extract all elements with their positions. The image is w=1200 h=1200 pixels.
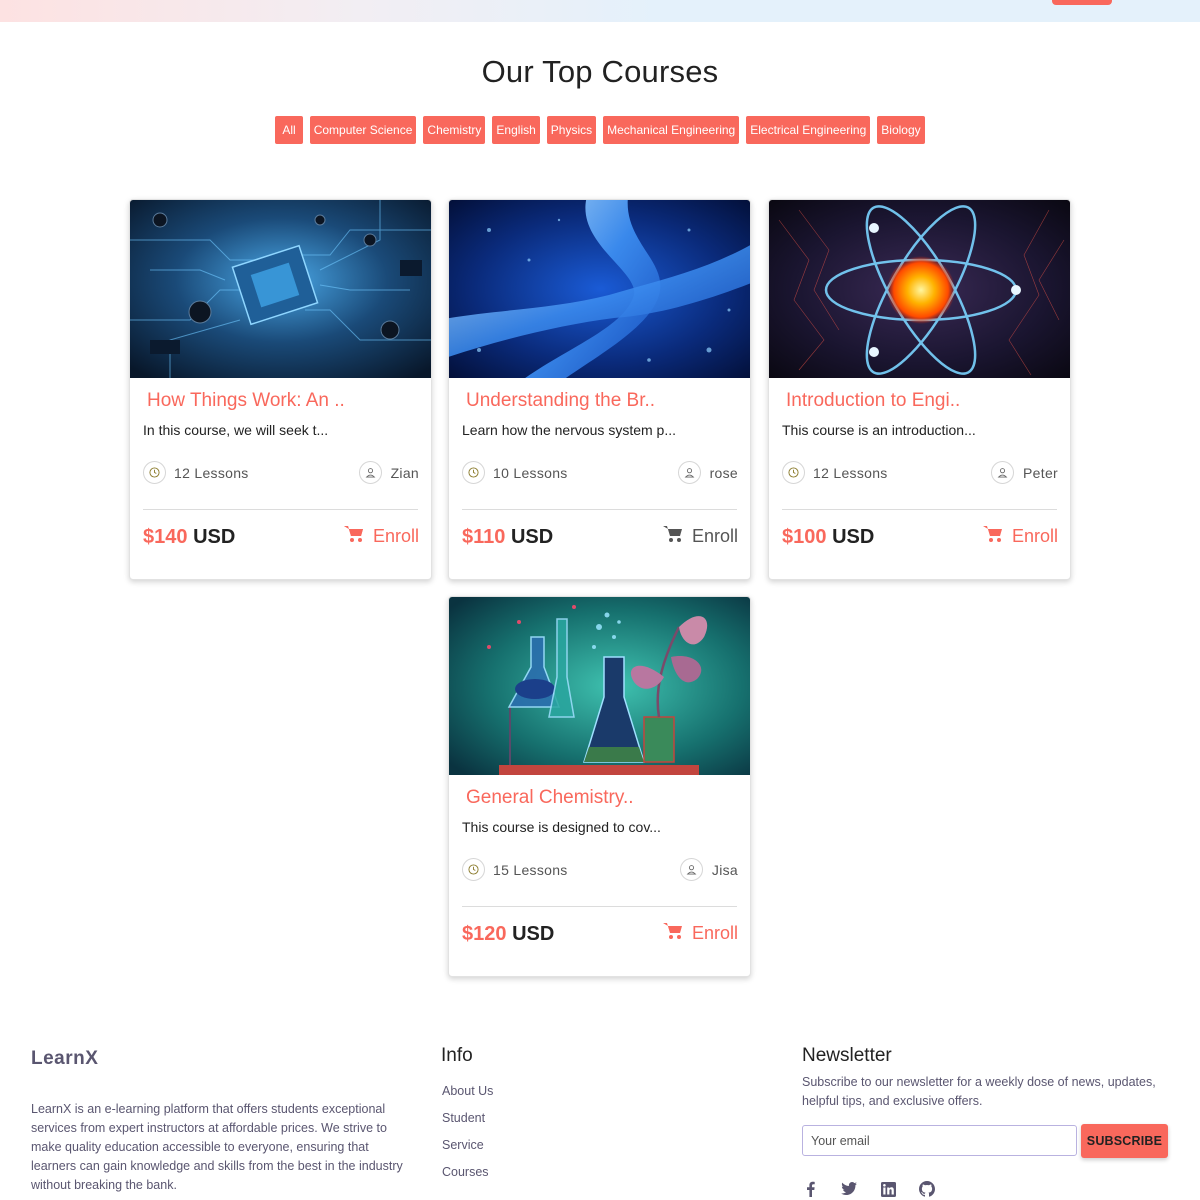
enroll-label: Enroll [372,526,419,546]
price-currency: USD [512,923,555,945]
navbar-action-button[interactable] [1052,0,1112,5]
newsletter-description: Subscribe to our newsletter for a weekly… [802,1075,1156,1108]
chemistry-lab-image [449,597,750,775]
footer-link-service[interactable]: Service [442,1137,493,1164]
footer-about-text: LearnX is an e-learning platform that of… [31,1102,403,1192]
newsletter-title: Newsletter [802,1045,892,1066]
lessons-label: 12 Lessons [174,464,249,481]
cart-icon [343,525,364,548]
instructor-name: Zian [390,464,419,481]
clock-icon [143,461,166,484]
instructor: Jisa [679,858,738,881]
course-card[interactable]: Understanding the Br.. Learn how the ner… [448,199,751,580]
lessons-count: 15 Lessons [462,858,568,881]
lessons-label: 10 Lessons [493,464,568,481]
user-icon [991,461,1015,484]
card-divider [782,509,1057,510]
enroll-label: Enroll [691,526,738,546]
course-price: $140 USD [143,526,235,549]
filter-all[interactable]: All [275,116,303,144]
filter-chemistry[interactable]: Chemistry [423,116,486,144]
clock-icon [462,461,485,484]
clock-icon [462,858,485,881]
linkedin-icon[interactable] [880,1181,896,1197]
enroll-button[interactable]: Enroll [662,922,738,945]
footer-brand[interactable]: LearnX [31,1048,98,1070]
lessons-label: 15 Lessons [493,861,568,878]
course-card[interactable]: Introduction to Engi.. This course is an… [768,199,1071,580]
social-links [802,1181,935,1197]
lessons-count: 10 Lessons [462,461,568,484]
github-icon[interactable] [919,1181,935,1197]
facebook-icon[interactable] [802,1181,818,1197]
atom-image [769,200,1070,378]
enroll-button[interactable]: Enroll [982,525,1058,548]
course-price: $100 USD [782,526,874,549]
footer-info-links: About Us Student Service Courses [442,1083,493,1191]
instructor-name: Jisa [711,861,738,878]
clock-icon [782,461,805,484]
footer-link-about-us[interactable]: About Us [442,1083,493,1110]
filter-biology[interactable]: Biology [877,116,925,144]
lessons-count: 12 Lessons [782,461,888,484]
course-title[interactable]: General Chemistry.. [466,787,634,809]
price-amount: $120 [462,923,507,945]
enroll-button[interactable]: Enroll [662,525,738,548]
price-currency: USD [510,526,554,548]
course-title[interactable]: Introduction to Engi.. [786,390,960,412]
category-filters: All Computer Science Chemistry English P… [0,116,1200,144]
course-description: This course is designed to cov... [462,819,661,835]
course-description: This course is an introduction... [782,422,976,438]
course-price: $120 USD [462,923,554,946]
user-icon [358,461,382,484]
course-description: Learn how the nervous system p... [462,422,676,438]
course-card[interactable]: How Things Work: An .. In this course, w… [129,199,432,580]
subscribe-button[interactable]: SUBSCRIBE [1081,1124,1168,1158]
course-title[interactable]: Understanding the Br.. [466,390,655,412]
card-divider [462,509,737,510]
filter-computer-science[interactable]: Computer Science [309,116,417,144]
instructor-name: Peter [1023,464,1058,481]
email-field[interactable] [802,1125,1077,1156]
enroll-label: Enroll [691,923,738,943]
footer-link-student[interactable]: Student [442,1110,493,1137]
price-currency: USD [832,526,875,548]
section-title: Our Top Courses [481,54,719,89]
course-description: In this course, we will seek t... [143,422,329,438]
enroll-button[interactable]: Enroll [343,525,419,548]
lessons-label: 12 Lessons [813,464,888,481]
cart-icon [662,525,683,548]
top-navbar [0,0,1200,22]
cart-icon [982,525,1003,548]
filter-mechanical-engineering[interactable]: Mechanical Engineering [603,116,740,144]
course-card[interactable]: General Chemistry.. This course is desig… [448,596,751,977]
instructor: Zian [358,461,419,484]
course-price: $110 USD [462,526,553,549]
filter-english[interactable]: English [492,116,540,144]
price-amount: $110 [462,526,506,548]
course-title[interactable]: How Things Work: An .. [147,390,345,412]
card-divider [462,906,737,907]
instructor: rose [677,461,738,484]
twitter-icon[interactable] [841,1181,857,1197]
user-icon [677,461,701,484]
circuit-board-image [130,200,431,378]
enroll-label: Enroll [1011,526,1058,546]
lessons-count: 12 Lessons [143,461,249,484]
filter-physics[interactable]: Physics [546,116,597,144]
chromosome-image [449,200,750,378]
cart-icon [662,922,683,945]
user-icon [679,858,703,881]
card-divider [143,509,418,510]
footer-info-title: Info [441,1045,473,1066]
price-currency: USD [193,526,236,548]
price-amount: $100 [782,526,827,548]
filter-electrical-engineering[interactable]: Electrical Engineering [746,116,871,144]
price-amount: $140 [143,526,188,548]
instructor-name: rose [709,464,738,481]
instructor: Peter [991,461,1058,484]
footer-link-courses[interactable]: Courses [442,1164,493,1191]
